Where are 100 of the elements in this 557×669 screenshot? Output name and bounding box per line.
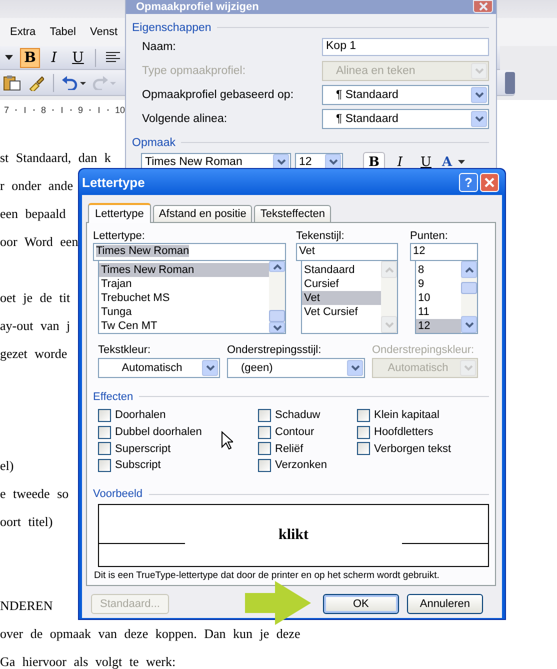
select-field[interactable]: ¶ Standaard bbox=[322, 109, 489, 129]
scroll-down-icon[interactable] bbox=[464, 322, 474, 328]
help-button[interactable]: ? bbox=[459, 172, 478, 192]
ruler-number: 8 bbox=[41, 105, 46, 115]
field-label: Tekstkleur: bbox=[98, 343, 152, 357]
checkbox[interactable]: Contour bbox=[258, 424, 314, 440]
font-note: Dit is een TrueType-lettertype dat door de printer en op het scherm wordt gebruikt. bbox=[93, 570, 440, 581]
list-item[interactable]: Tw Cen MT bbox=[99, 319, 269, 333]
field-label: Onderstrepingskleur: bbox=[372, 343, 476, 357]
select-field[interactable]: ¶ Standaard bbox=[322, 85, 489, 105]
input-field[interactable]: 12 bbox=[410, 243, 478, 261]
list-item[interactable]: 9 bbox=[416, 277, 461, 291]
list-item[interactable]: Times New Roman bbox=[99, 263, 269, 277]
ruler-number: 9 bbox=[78, 105, 84, 115]
dialog-button[interactable]: OK bbox=[322, 594, 399, 614]
list-item[interactable]: 12 bbox=[416, 319, 461, 333]
document-text-line: ay-out van j bbox=[0, 319, 70, 333]
preview-text: klikt bbox=[278, 526, 308, 544]
menu-item[interactable]: Venst bbox=[90, 26, 118, 38]
select-field[interactable]: Automatisch bbox=[98, 358, 220, 378]
redo-arrow-icon bbox=[92, 76, 116, 90]
document-text-line: een bepaald bbox=[0, 207, 66, 221]
field-label: Lettertype: bbox=[93, 229, 146, 243]
align-left-icon bbox=[106, 52, 120, 63]
italic-button[interactable]: I bbox=[389, 152, 411, 172]
document-text-line: r onder ande bbox=[0, 179, 73, 193]
field-label: Punten: bbox=[410, 229, 449, 243]
brush-icon bbox=[28, 74, 44, 90]
document-text-line: oor Word een bbox=[0, 235, 78, 249]
close-button[interactable] bbox=[480, 172, 499, 192]
field-label: Type opmaakprofiel: bbox=[142, 65, 246, 77]
list-item[interactable]: 8 bbox=[416, 263, 461, 277]
close-icon bbox=[478, 2, 488, 11]
name-field[interactable]: Kop 1 bbox=[322, 38, 489, 56]
checkbox[interactable]: Hoofdletters bbox=[357, 424, 434, 440]
scroll-down-icon[interactable] bbox=[272, 324, 282, 330]
menu-item[interactable]: Extra bbox=[10, 26, 36, 38]
document-text-line: st Standaard, dan k bbox=[0, 151, 111, 165]
list-item[interactable]: Standaard bbox=[302, 263, 381, 277]
checkbox[interactable]: Verzonken bbox=[258, 457, 327, 474]
checkbox[interactable]: Doorhalen bbox=[98, 407, 166, 424]
scrollbar[interactable] bbox=[461, 261, 477, 333]
checkbox[interactable]: Subscript bbox=[98, 457, 161, 474]
list-item[interactable]: 10 bbox=[416, 291, 461, 305]
document-text-line: el) bbox=[0, 459, 14, 473]
list-item[interactable]: 11 bbox=[416, 305, 461, 319]
checkbox[interactable]: Dubbel doorhalen bbox=[98, 424, 202, 440]
document-text-line: oet je de tit bbox=[0, 291, 70, 305]
scroll-up-icon[interactable] bbox=[464, 266, 474, 272]
document-text-line: NDEREN bbox=[0, 599, 53, 613]
list-item[interactable]: Trajan bbox=[99, 277, 269, 291]
close-button[interactable] bbox=[473, 0, 493, 13]
checkbox[interactable]: Reliëf bbox=[258, 440, 304, 458]
undo-arrow-icon bbox=[62, 76, 86, 90]
document-text-line: over de opmaak van deze koppen. Dan kun je deze bbox=[0, 627, 300, 641]
dialog-title: Lettertype bbox=[82, 174, 145, 190]
field-label: Tekenstijl: bbox=[296, 229, 346, 243]
section-heading: Effecten bbox=[93, 390, 134, 402]
list-item[interactable]: Vet Cursief bbox=[302, 305, 381, 319]
paste-button[interactable] bbox=[2, 72, 22, 92]
tab[interactable]: Teksteffecten bbox=[254, 205, 331, 222]
document-text-line: e tweede so bbox=[0, 487, 69, 501]
color-button[interactable]: A bbox=[441, 152, 466, 172]
arrow-annotation bbox=[245, 581, 311, 625]
section-heading: Eigenschappen bbox=[132, 22, 212, 34]
scroll-up-icon[interactable] bbox=[272, 264, 282, 270]
field-label: Naam: bbox=[142, 41, 176, 53]
document-text-line: gezet worde bbox=[0, 347, 68, 361]
caret-icon bbox=[458, 160, 466, 164]
checkbox[interactable]: Verborgen tekst bbox=[357, 440, 452, 458]
mouse-pointer-icon bbox=[221, 431, 233, 450]
select-field[interactable]: (geen) bbox=[227, 358, 365, 378]
dialog-title: Opmaakprofiel wijzigen bbox=[136, 0, 259, 14]
input-field[interactable]: Vet bbox=[296, 243, 398, 261]
menu-item[interactable]: Tabel bbox=[50, 26, 76, 38]
bold-button[interactable]: B bbox=[20, 48, 40, 68]
scrollbar[interactable] bbox=[269, 261, 285, 333]
checkbox[interactable]: Superscript bbox=[98, 440, 171, 458]
italic-button[interactable]: I bbox=[44, 48, 64, 68]
tab[interactable]: Afstand en positie bbox=[152, 205, 252, 222]
dialog-button[interactable]: Annuleren bbox=[406, 594, 483, 614]
field-label: Opmaakprofiel gebaseerd op: bbox=[142, 89, 294, 101]
field-label: Volgende alinea: bbox=[142, 113, 228, 125]
ruler-ticks-icon bbox=[13, 106, 38, 114]
checkbox[interactable]: Klein kapitaal bbox=[357, 407, 440, 424]
ruler-ticks-icon bbox=[50, 106, 74, 114]
checkbox[interactable]: Schaduw bbox=[258, 407, 320, 424]
section-heading: Opmaak bbox=[132, 136, 176, 148]
underline-button[interactable]: U bbox=[68, 48, 88, 68]
scroll-thumb[interactable] bbox=[269, 310, 285, 322]
caret-icon bbox=[5, 55, 13, 60]
list-item[interactable]: Tunga bbox=[99, 305, 269, 319]
list-item[interactable]: Vet bbox=[302, 291, 381, 305]
scroll-thumb[interactable] bbox=[461, 282, 477, 294]
list-item[interactable]: Trebuchet MS bbox=[99, 291, 269, 305]
tab[interactable]: Lettertype bbox=[88, 203, 151, 223]
section-heading: Voorbeeld bbox=[93, 488, 143, 500]
input-field[interactable]: Times New Roman bbox=[93, 243, 286, 261]
list-item[interactable]: Cursief bbox=[302, 277, 381, 291]
ruler-ticks-icon bbox=[87, 106, 112, 114]
